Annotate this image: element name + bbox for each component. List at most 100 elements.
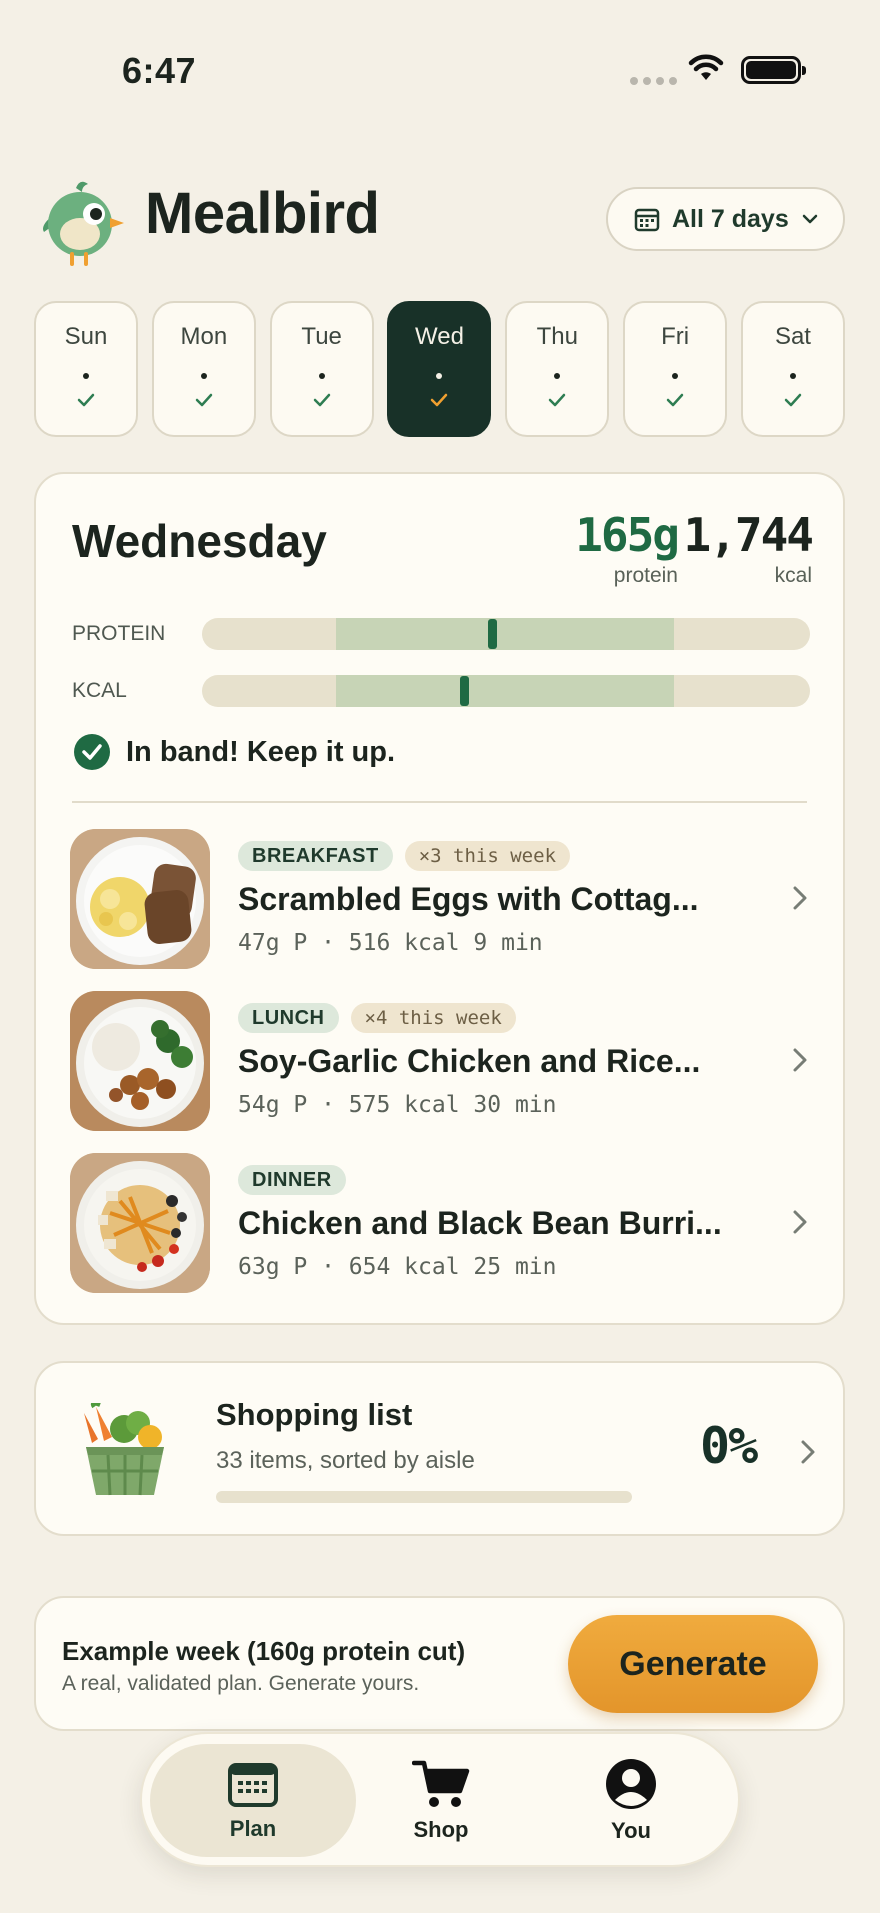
day-label: Tue xyxy=(301,323,342,350)
chevron-down-icon xyxy=(802,214,817,224)
day-label: Wed xyxy=(415,323,464,350)
shopping-list-subtitle: 33 items, sorted by aisle xyxy=(216,1447,475,1474)
protein-unit: protein xyxy=(613,564,678,587)
day-dot xyxy=(318,373,325,379)
shopping-percent: 0% xyxy=(700,1417,758,1475)
generate-button[interactable]: Generate xyxy=(568,1615,818,1713)
day-label: Thu xyxy=(536,323,578,350)
example-week-subtitle: A real, validated plan. Generate yours. xyxy=(62,1672,420,1695)
nav-plan-label: Plan xyxy=(229,1815,277,1841)
nav-plan[interactable]: Plan xyxy=(150,1744,356,1857)
example-week-title: Example week (160g protein cut) xyxy=(62,1636,466,1666)
day-pill-tue[interactable]: Tue xyxy=(269,301,374,437)
protein-value: 165g xyxy=(575,508,680,562)
day-dot xyxy=(789,373,796,379)
meal-title: Scrambled Eggs with Cottag... xyxy=(238,881,699,917)
day-pill-fri[interactable]: Fri xyxy=(623,301,728,437)
wifi-icon xyxy=(688,54,724,80)
bottom-nav: Plan Shop You xyxy=(140,1732,740,1867)
meal-image xyxy=(70,991,210,1131)
check-icon xyxy=(784,393,802,407)
meal-type-badge: DINNER xyxy=(238,1165,346,1195)
band-status-text: In band! Keep it up. xyxy=(126,735,396,768)
check-icon xyxy=(666,393,684,407)
meal-tags: LUNCH ×4 this week xyxy=(238,1003,516,1033)
check-icon xyxy=(77,393,95,407)
kcal-stat: 1,744 kcal xyxy=(676,508,814,588)
meal-image xyxy=(70,1153,210,1293)
check-icon xyxy=(195,393,213,407)
day-selector: Sun Mon Tue Wed Thu Fri Sat xyxy=(34,301,845,437)
meal-row-lunch[interactable]: LUNCH ×4 this week Soy-Garlic Chicken an… xyxy=(70,991,810,1131)
check-icon xyxy=(431,393,448,407)
day-summary-card: Wednesday 165g protein 1,744 kcal PROTEI… xyxy=(34,472,845,1325)
protein-marker xyxy=(488,619,497,649)
day-label: Sat xyxy=(774,323,811,350)
frequency-badge: ×3 this week xyxy=(404,841,571,871)
cart-icon xyxy=(412,1760,470,1807)
protein-bar-label: PROTEIN xyxy=(72,622,166,645)
battery-icon xyxy=(741,56,806,84)
meal-tags: BREAKFAST ×3 this week xyxy=(238,841,571,871)
chevron-right-icon xyxy=(793,886,807,910)
check-icon xyxy=(313,393,330,407)
calendar-icon xyxy=(634,208,660,232)
days-filter-label: All 7 days xyxy=(672,204,789,233)
day-dot xyxy=(554,373,561,379)
shopping-list-title: Shopping list xyxy=(216,1397,413,1432)
day-pill-mon[interactable]: Mon xyxy=(151,301,256,437)
profile-icon xyxy=(606,1758,656,1809)
day-dot xyxy=(200,373,207,379)
day-pill-sat[interactable]: Sat xyxy=(740,301,845,437)
meal-tags: DINNER xyxy=(238,1165,346,1195)
calendar-icon xyxy=(228,1762,278,1807)
meal-meta: 63g P · 654 kcal 25 min xyxy=(238,1254,557,1280)
meal-row-dinner[interactable]: DINNER Chicken and Black Bean Burri... 6… xyxy=(70,1153,810,1293)
meal-title: Soy-Garlic Chicken and Rice... xyxy=(238,1043,701,1079)
day-pill-wed[interactable]: Wed xyxy=(387,301,492,437)
shopping-list-card[interactable]: Shopping list 33 items, sorted by aisle … xyxy=(34,1361,845,1536)
band-status: In band! Keep it up. xyxy=(74,734,395,770)
kcal-bar-label: KCAL xyxy=(72,679,127,702)
divider xyxy=(72,801,807,803)
meal-type-badge: BREAKFAST xyxy=(238,841,393,871)
frequency-badge: ×4 this week xyxy=(350,1003,516,1033)
protein-band-bar xyxy=(202,618,810,650)
cellular-signal-icon xyxy=(630,77,677,85)
status-time: 6:47 xyxy=(122,50,197,91)
kcal-marker xyxy=(460,676,469,706)
produce-basket-icon xyxy=(84,1403,164,1496)
meal-title: Chicken and Black Bean Burri... xyxy=(238,1205,722,1241)
meal-type-badge: LUNCH xyxy=(238,1003,339,1033)
day-title: Wednesday xyxy=(72,515,327,567)
nav-shop[interactable]: Shop xyxy=(338,1744,544,1857)
day-dot xyxy=(83,373,89,379)
day-dot xyxy=(672,373,679,379)
day-pill-sun[interactable]: Sun xyxy=(34,301,138,437)
day-label: Sun xyxy=(64,323,108,350)
shopping-progress-bar xyxy=(216,1491,632,1503)
chevron-right-icon xyxy=(793,1048,807,1072)
kcal-target-band xyxy=(336,675,674,707)
protein-target-band xyxy=(336,618,674,650)
kcal-band-bar xyxy=(202,675,810,707)
meal-meta: 47g P · 516 kcal 9 min xyxy=(238,930,543,956)
nav-you-label: You xyxy=(611,1817,651,1843)
kcal-unit: kcal xyxy=(774,564,812,587)
chevron-right-icon xyxy=(801,1440,815,1464)
chevron-right-icon xyxy=(793,1210,807,1234)
mealbird-logo-icon xyxy=(43,181,124,266)
nav-you[interactable]: You xyxy=(528,1744,734,1857)
check-circle-icon xyxy=(74,734,110,770)
protein-stat: 165g protein xyxy=(526,508,680,588)
days-filter-button[interactable]: All 7 days xyxy=(606,187,845,251)
app-title: Mealbird xyxy=(145,181,380,246)
nav-shop-label: Shop xyxy=(413,1816,469,1842)
day-label: Mon xyxy=(180,323,228,350)
kcal-value: 1,744 xyxy=(683,508,814,562)
day-pill-thu[interactable]: Thu xyxy=(505,301,610,437)
meal-row-breakfast[interactable]: BREAKFAST ×3 this week Scrambled Eggs wi… xyxy=(70,829,810,969)
day-dot xyxy=(436,373,443,379)
meal-image xyxy=(70,829,210,969)
day-label: Fri xyxy=(661,323,690,350)
